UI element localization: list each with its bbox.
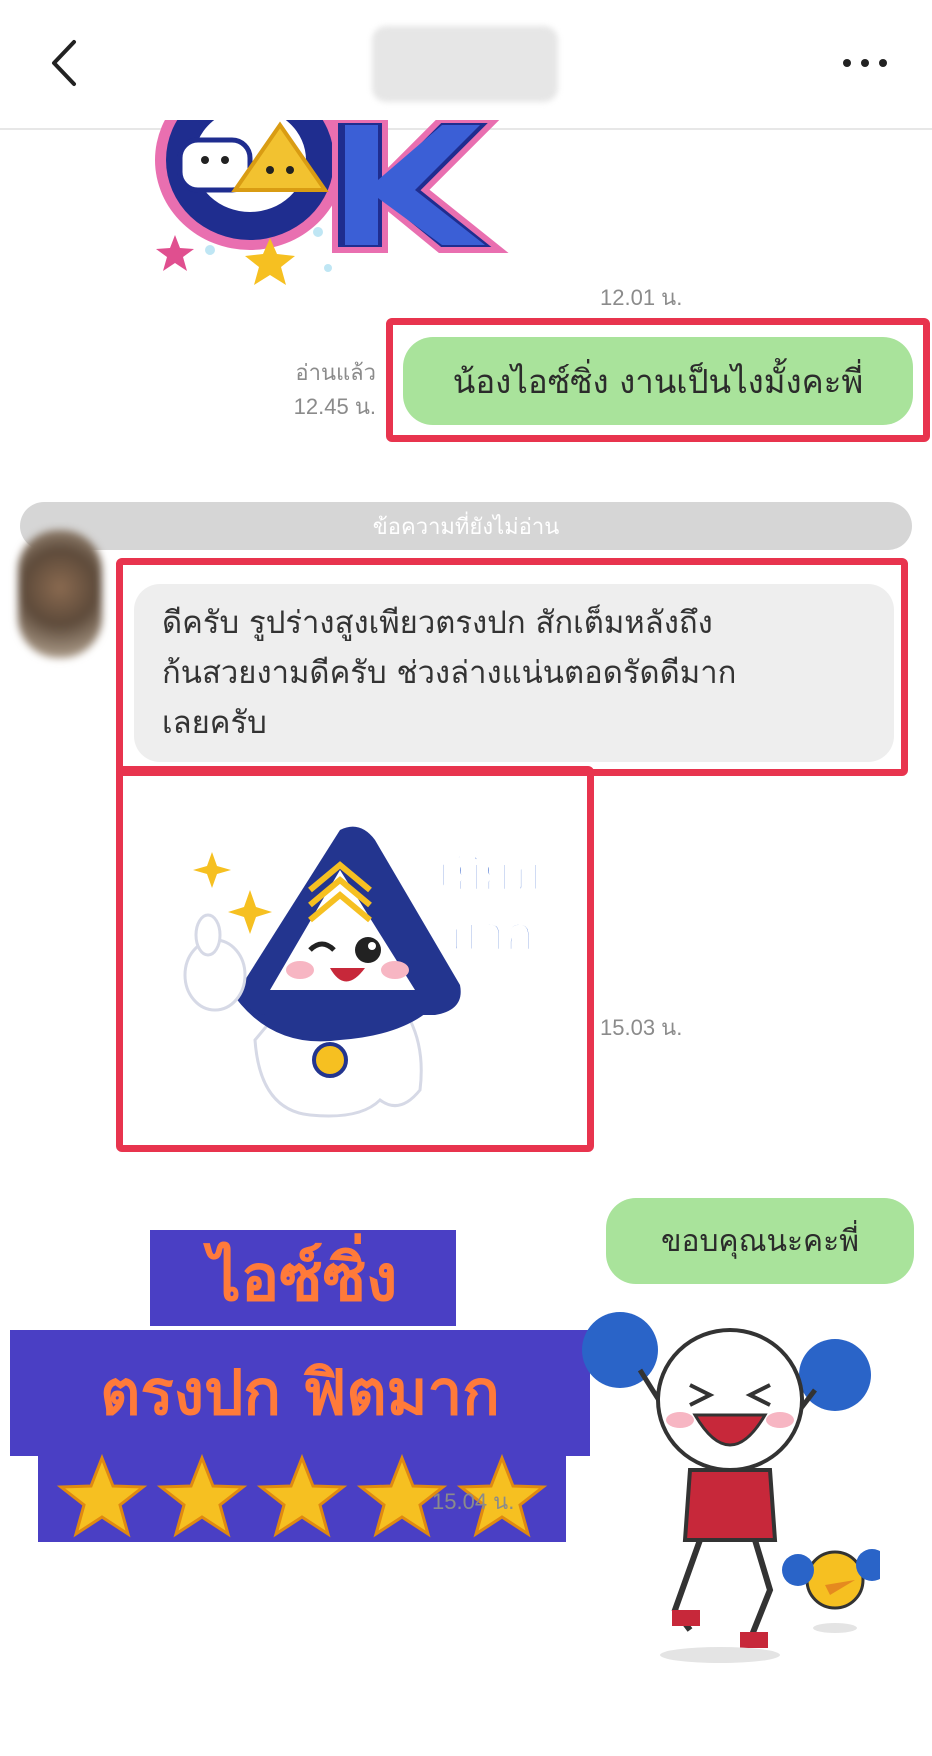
unread-divider-label: ข้อความที่ยังไม่อ่าน bbox=[372, 514, 560, 540]
message-line: ดีครับ รูปร่างสูงเพียวตรงปก สักเต็มหลังถ… bbox=[162, 605, 713, 641]
outgoing-message-bubble[interactable]: น้องไอซ์ซิ่ง งานเป็นไงมั้งคะพี่ bbox=[403, 337, 913, 425]
message-time: 12.45 น. bbox=[293, 394, 376, 419]
incoming-message-bubble[interactable]: ดีครับ รูปร่างสูงเพียวตรงปก สักเต็มหลังถ… bbox=[134, 584, 894, 762]
message-line: ก้นสวยงามดีครับ ช่วงล่างแน่นตอดรัดดีมาก bbox=[162, 655, 737, 691]
sender-avatar[interactable] bbox=[18, 530, 102, 658]
message-text: ขอบคุณนะคะพี่ bbox=[660, 1223, 860, 1259]
chat-title-blurred bbox=[372, 26, 558, 102]
unread-divider: ข้อความที่ยังไม่อ่าน bbox=[20, 502, 912, 550]
mascot-sticker-great[interactable]: เยี่ยม มาก bbox=[160, 810, 560, 1120]
promo-line-1: ไอซ์ซิ่ง bbox=[208, 1242, 398, 1316]
message-text: น้องไอซ์ซิ่ง งานเป็นไงมั้งคะพี่ bbox=[452, 361, 864, 401]
message-time: 12.01 น. bbox=[600, 285, 683, 310]
read-label: อ่านแล้ว bbox=[295, 360, 376, 385]
message-line: เลยครับ bbox=[162, 705, 267, 741]
chat-area[interactable]: 12.01 น. อ่านแล้ว 12.45 น. น้องไอซ์ซิ่ง … bbox=[0, 120, 932, 1756]
sticker-caption: เยี่ยม bbox=[438, 839, 542, 902]
ok-sticker[interactable] bbox=[150, 120, 560, 290]
message-time: 15.04 น. bbox=[432, 1489, 515, 1514]
star-icon bbox=[356, 1453, 448, 1538]
message-time: 15.03 น. bbox=[600, 1015, 683, 1040]
more-options-icon[interactable] bbox=[840, 52, 890, 74]
promo-subtitle-box: ตรงปก ฟิตมาก bbox=[10, 1330, 590, 1456]
star-icon bbox=[256, 1453, 348, 1538]
back-arrow-icon[interactable] bbox=[44, 38, 84, 88]
read-receipt: อ่านแล้ว 12.45 น. bbox=[248, 356, 376, 424]
cheerleader-sticker[interactable] bbox=[580, 1310, 880, 1670]
promo-line-2: ตรงปก ฟิตมาก bbox=[100, 1356, 500, 1429]
outgoing-message-bubble[interactable]: ขอบคุณนะคะพี่ bbox=[606, 1198, 914, 1284]
chat-header bbox=[0, 0, 932, 130]
star-icon bbox=[156, 1453, 248, 1538]
sticker-caption: มาก bbox=[446, 906, 534, 962]
star-icon bbox=[56, 1453, 148, 1538]
promo-title-box: ไอซ์ซิ่ง bbox=[150, 1230, 456, 1326]
